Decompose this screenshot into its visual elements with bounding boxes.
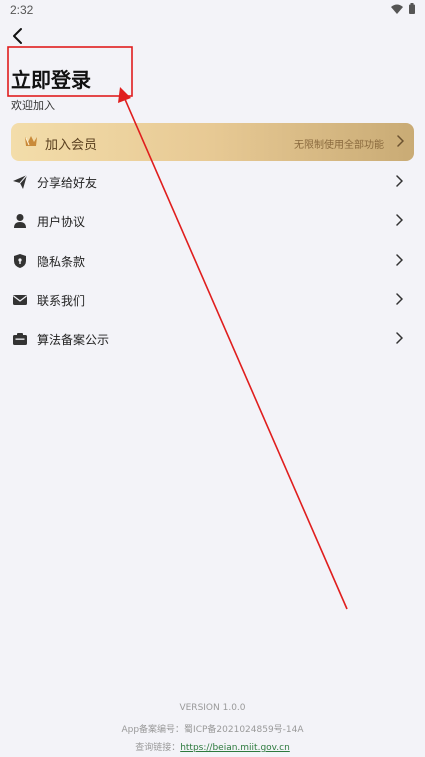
- chevron-right-icon: [396, 253, 403, 266]
- annotation-overlay: [7, 46, 348, 610]
- battery-icon: [409, 3, 415, 14]
- menu-item-algorithm-record[interactable]: 算法备案公示: [0, 319, 425, 358]
- chevron-right-icon: [396, 293, 403, 305]
- version-text: VERSION 1.0.0: [179, 703, 246, 713]
- chevron-right-icon: [396, 175, 403, 187]
- record-number: 蜀ICP备2021024859号-14A: [184, 725, 304, 735]
- menu-item-share[interactable]: 分享给好友: [0, 162, 425, 201]
- chevron-right-icon: [397, 135, 404, 147]
- query-label: 查询链接：: [135, 743, 181, 753]
- chevron-right-icon: [396, 332, 403, 344]
- record-info: App备案编号：蜀ICP备2021024859号-14A: [0, 722, 425, 735]
- query-link[interactable]: https://beian.miit.gov.cn: [180, 743, 290, 753]
- status-bar: 2:32: [0, 0, 425, 20]
- menu-item-contact[interactable]: 联系我们: [0, 280, 425, 319]
- menu-item-label: 分享给好友: [37, 176, 98, 190]
- status-time: 2:32: [10, 3, 34, 17]
- record-label: App备案编号：: [121, 725, 185, 735]
- vip-banner[interactable]: 加入会员 无限制使用全部功能: [11, 123, 414, 161]
- mail-icon: [13, 294, 27, 305]
- vip-label: 加入会员: [45, 138, 98, 153]
- user-icon: [14, 214, 26, 229]
- chevron-right-icon: [396, 214, 403, 227]
- chevron-left-icon: [13, 28, 22, 44]
- shield-icon: [14, 253, 26, 268]
- card-icon: [13, 333, 27, 346]
- annotation-arrowhead: [118, 87, 131, 103]
- wifi-icon: [391, 4, 403, 14]
- menu-item-user-agreement[interactable]: 用户协议: [0, 201, 425, 240]
- settings-menu: 分享给好友 用户协议 隐私条款 联系我们 算法备案公示: [0, 162, 425, 358]
- query-info: 查询链接：https://beian.miit.gov.cn: [0, 740, 425, 753]
- menu-item-label: 隐私条款: [37, 254, 86, 269]
- status-icons: [391, 3, 415, 14]
- menu-item-label: 算法备案公示: [37, 333, 110, 348]
- back-button[interactable]: [8, 26, 28, 46]
- login-title[interactable]: 立即登录: [11, 64, 91, 93]
- welcome-text: 欢迎加入: [11, 99, 55, 112]
- menu-item-label: 用户协议: [37, 215, 86, 230]
- send-icon: [13, 174, 28, 189]
- menu-item-label: 联系我们: [37, 293, 86, 308]
- vip-description: 无限制使用全部功能: [294, 140, 384, 151]
- menu-item-privacy[interactable]: 隐私条款: [0, 241, 425, 280]
- vip-crown-icon: [25, 136, 37, 146]
